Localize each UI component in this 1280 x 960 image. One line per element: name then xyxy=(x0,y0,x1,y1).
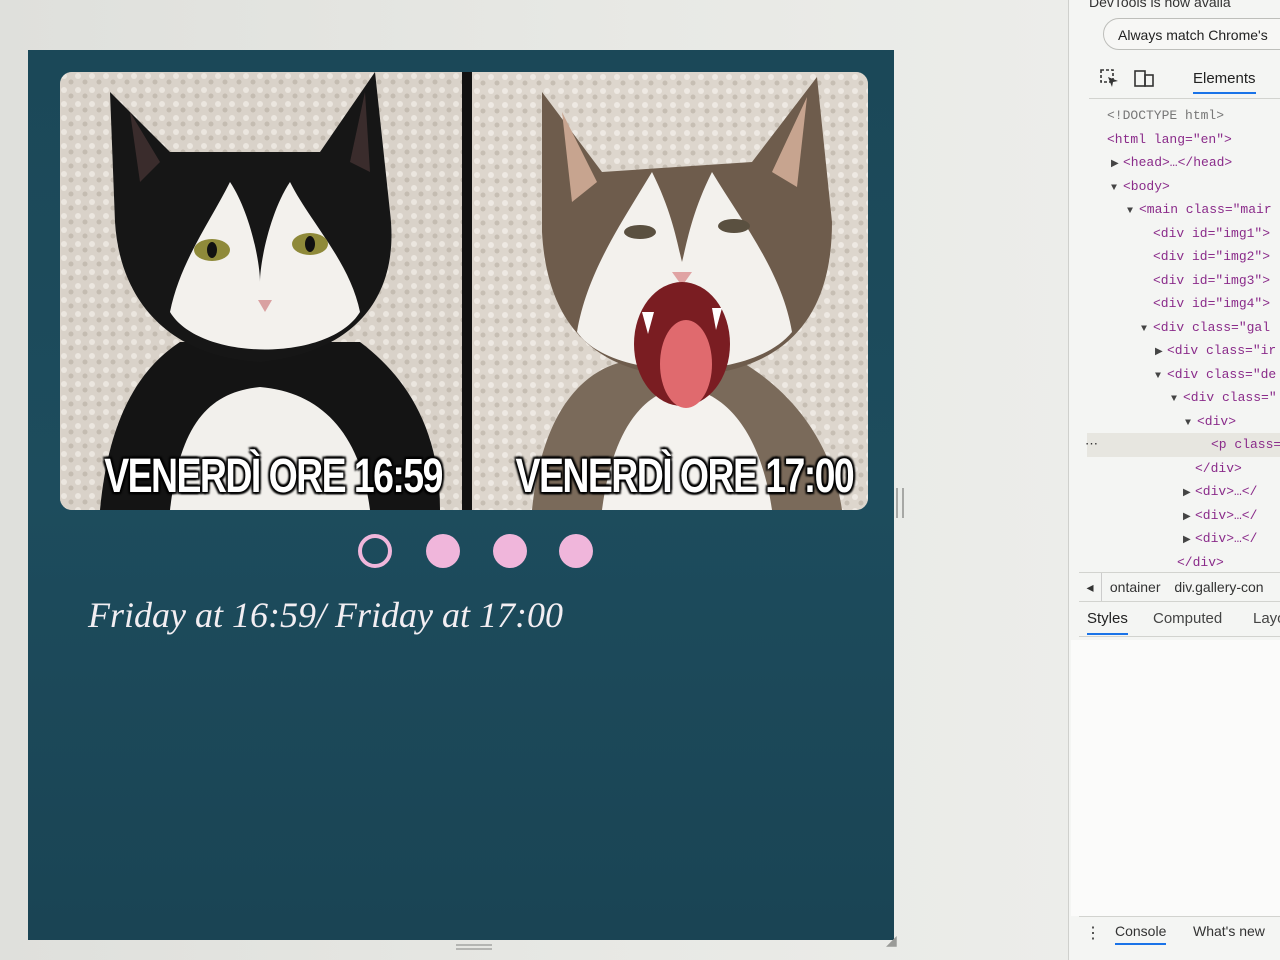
dom-node-text: <div> xyxy=(1197,413,1237,429)
dom-node-text: <div class="de xyxy=(1167,366,1277,382)
collapse-triangle-icon[interactable]: ▼ xyxy=(1141,318,1153,342)
devtools-panel: DevTools is now availa Always match Chro… xyxy=(1068,0,1280,960)
dom-node[interactable]: <div id="img3"> xyxy=(1087,269,1280,293)
styles-subtabs: Styles Computed Layo xyxy=(1079,604,1280,637)
more-options-icon[interactable]: ⋯ xyxy=(1085,433,1098,457)
dom-node-selected[interactable]: ⋯ <p class= xyxy=(1085,433,1280,457)
collapse-triangle-icon[interactable]: ▼ xyxy=(1127,200,1139,224)
indicator-dot-1[interactable] xyxy=(358,534,392,568)
collapse-triangle-icon[interactable]: ▼ xyxy=(1111,177,1123,201)
dom-node-text: <body> xyxy=(1123,178,1170,194)
dom-node[interactable]: </div> xyxy=(1087,457,1280,481)
viewport-resize-handle[interactable] xyxy=(896,488,904,518)
dom-node-expanded[interactable]: ▼ <main class="mair xyxy=(1087,198,1280,222)
expand-triangle-icon[interactable]: ▶ xyxy=(1155,341,1167,365)
dom-node-text: <div class="gal xyxy=(1153,319,1271,335)
dom-node-text: <div>…</ xyxy=(1195,484,1258,499)
styles-pane xyxy=(1071,640,1280,916)
indicator-dot-4[interactable] xyxy=(559,534,593,568)
dom-node-text: <div class=" xyxy=(1183,390,1277,405)
dom-node[interactable]: <div id="img4"> xyxy=(1087,292,1280,316)
breadcrumb: ◂ ontainer div.gallery-con xyxy=(1079,572,1280,602)
cat-black-white-image xyxy=(60,72,462,510)
tab-whats-new[interactable]: What's new xyxy=(1193,923,1265,939)
image-caption-left: VENERDÌ ORE 16:59 xyxy=(104,450,443,503)
gallery-image-left: VENERDÌ ORE 16:59 xyxy=(60,72,462,510)
dom-node-text: <div class="ir xyxy=(1167,343,1277,358)
dom-node-text: <main class="mair xyxy=(1139,202,1272,217)
tab-styles[interactable]: Styles xyxy=(1087,610,1128,635)
devtools-toolbar: Elements xyxy=(1089,62,1280,99)
dom-node-text: <div>…</ xyxy=(1195,531,1258,546)
dom-node-expanded[interactable]: ▼ <div class="de xyxy=(1087,363,1280,387)
dom-tree: <!DOCTYPE html> <html lang="en"> ▶ <head>… xyxy=(1085,104,1280,575)
viewport-bottom-handle[interactable] xyxy=(456,944,492,950)
dom-node-text: <p class= xyxy=(1211,437,1280,452)
dom-node-text: <div>…</ xyxy=(1195,507,1258,523)
breadcrumb-item[interactable]: div.gallery-con xyxy=(1174,579,1263,595)
dom-node-collapsed[interactable]: ▶ <div>…</ xyxy=(1087,504,1280,528)
collapse-triangle-icon[interactable]: ▼ xyxy=(1171,388,1183,412)
dom-node-expanded[interactable]: ▼ <div class="gal xyxy=(1087,316,1280,340)
dom-node[interactable]: </div> xyxy=(1087,551,1280,575)
tab-layout[interactable]: Layo xyxy=(1253,610,1280,627)
match-language-button[interactable]: Always match Chrome's xyxy=(1103,18,1280,50)
devtools-banner: DevTools is now availa xyxy=(1089,0,1231,8)
dom-node-text: <head>…</head> xyxy=(1123,155,1233,170)
collapse-triangle-icon[interactable]: ▼ xyxy=(1185,412,1197,436)
inspect-element-icon[interactable] xyxy=(1099,68,1121,90)
dom-node-expanded[interactable]: ▼ <body> xyxy=(1087,175,1280,199)
corner-resize-grip[interactable]: ◢ xyxy=(886,932,904,950)
tab-computed[interactable]: Computed xyxy=(1153,610,1222,627)
collapse-triangle-icon[interactable]: ▼ xyxy=(1155,365,1167,389)
dom-node[interactable]: <!DOCTYPE html> xyxy=(1087,104,1280,128)
dom-node[interactable]: <html lang="en"> xyxy=(1087,128,1280,152)
tab-console[interactable]: Console xyxy=(1115,923,1167,945)
dom-node-collapsed[interactable]: ▶ <div>…</ xyxy=(1087,480,1280,504)
image-divider xyxy=(462,72,472,510)
gallery-indicators xyxy=(358,534,598,570)
breadcrumb-scroll-left-icon[interactable]: ◂ xyxy=(1079,573,1102,601)
breadcrumb-item[interactable]: ontainer xyxy=(1110,579,1161,595)
devtools-drawer: ⋮ Console What's new xyxy=(1079,916,1280,960)
image-caption-right: VENERDÌ ORE 17:00 xyxy=(515,450,855,503)
dom-node-expanded[interactable]: ▼ <div class=" xyxy=(1087,386,1280,410)
dom-node[interactable]: <div id="img1"> xyxy=(1087,222,1280,246)
drawer-menu-icon[interactable]: ⋮ xyxy=(1085,923,1101,943)
dom-node[interactable]: <div id="img2"> xyxy=(1087,245,1280,269)
tab-elements[interactable]: Elements xyxy=(1193,70,1256,94)
expand-triangle-icon[interactable]: ▶ xyxy=(1183,482,1195,506)
dom-node-collapsed[interactable]: ▶ <div>…</ xyxy=(1087,527,1280,551)
cat-tabby-image xyxy=(472,72,868,510)
expand-triangle-icon[interactable]: ▶ xyxy=(1183,506,1195,530)
indicator-dot-3[interactable] xyxy=(493,534,527,568)
expand-triangle-icon[interactable]: ▶ xyxy=(1111,153,1123,177)
dom-node-collapsed[interactable]: ▶ <div class="ir xyxy=(1087,339,1280,363)
dom-node-collapsed[interactable]: ▶ <head>…</head> xyxy=(1087,151,1280,175)
gallery-description: Friday at 16:59/ Friday at 17:00 xyxy=(88,595,563,635)
expand-triangle-icon[interactable]: ▶ xyxy=(1183,529,1195,553)
dom-node-expanded[interactable]: ▼ <div> xyxy=(1087,410,1280,434)
device-toolbar-icon[interactable] xyxy=(1133,68,1155,90)
indicator-dot-2[interactable] xyxy=(426,534,460,568)
gallery-image-right: VENERDÌ ORE 17:00 xyxy=(472,72,868,510)
